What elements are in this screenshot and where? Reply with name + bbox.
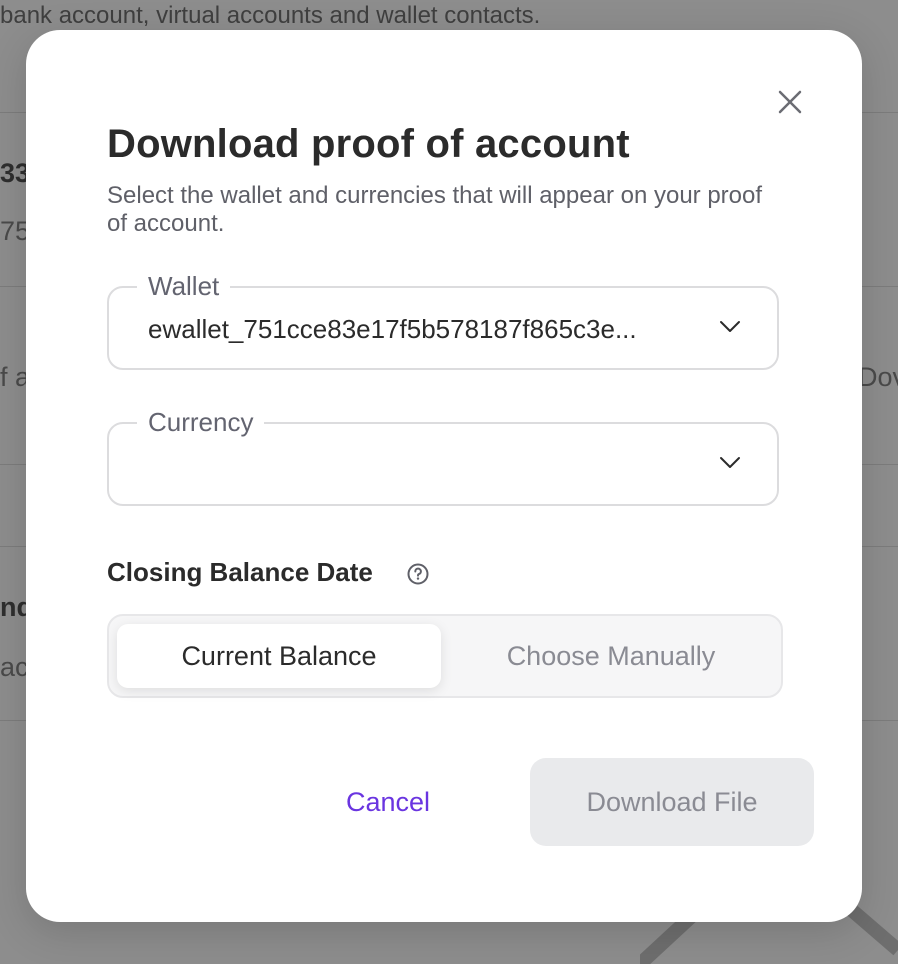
- currency-label: Currency: [137, 405, 265, 439]
- close-icon: [778, 90, 802, 114]
- current-balance-option[interactable]: Current Balance: [117, 624, 441, 688]
- modal-subtitle: Select the wallet and currencies that wi…: [107, 182, 763, 237]
- close-button[interactable]: [778, 90, 802, 114]
- proof-of-account-modal: Download proof of account Select the wal…: [26, 30, 862, 922]
- chevron-down-icon: [720, 457, 740, 468]
- cancel-button[interactable]: Cancel: [308, 758, 468, 846]
- closing-balance-label: Closing Balance Date: [107, 557, 373, 587]
- choose-manually-option[interactable]: Choose Manually: [449, 624, 773, 688]
- wallet-value: ewallet_751cce83e17f5b578187f865c3e...: [148, 314, 637, 344]
- question-circle-icon[interactable]: [406, 562, 430, 586]
- background-fragment: ac: [0, 652, 29, 682]
- background-description: bank account, virtual accounts and walle…: [0, 2, 541, 29]
- wallet-select[interactable]: Wallet ewallet_751cce83e17f5b578187f865c…: [107, 269, 779, 370]
- wallet-label: Wallet: [137, 269, 231, 303]
- balance-date-toggle: Current Balance Choose Manually: [107, 614, 783, 698]
- background-fragment: Dov: [858, 362, 898, 392]
- chevron-down-icon: [720, 321, 740, 332]
- modal-title: Download proof of account: [107, 122, 630, 166]
- download-file-button[interactable]: Download File: [530, 758, 814, 846]
- currency-select[interactable]: Currency: [107, 405, 779, 506]
